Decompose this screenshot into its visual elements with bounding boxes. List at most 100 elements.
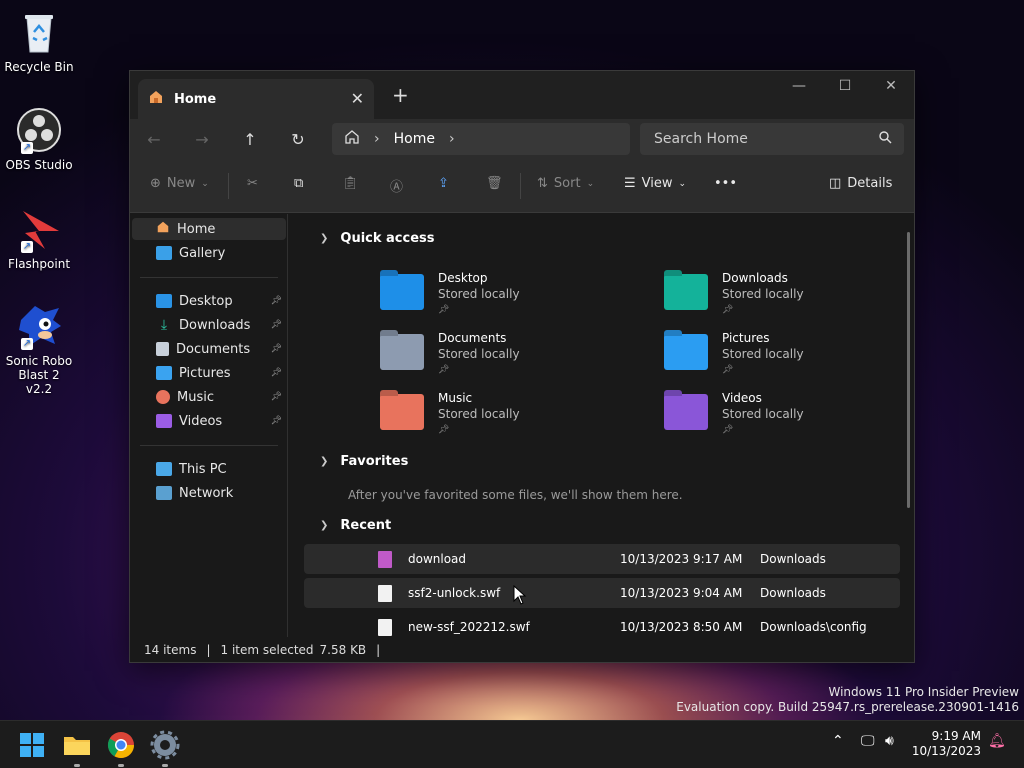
sidebar-item-this-pc[interactable]: This PC <box>132 458 286 480</box>
quick-access-downloads[interactable]: Downloads Stored locally 📌︎ <box>664 270 804 318</box>
pin-icon[interactable]: 📌︎ <box>271 320 282 330</box>
windows-logo-icon <box>20 733 44 757</box>
quick-access-videos[interactable]: Videos Stored locally 📌︎ <box>664 390 804 438</box>
notification-bell-icon[interactable]: 🔔︎ <box>988 733 1006 749</box>
sidebar-item-home[interactable]: Home <box>132 218 286 240</box>
favorites-header[interactable]: ❯ Favorites <box>320 454 408 469</box>
desktop-icon-flashpoint[interactable]: ↗ Flashpoint <box>4 205 74 271</box>
recent-file-row[interactable]: new-ssf_202212.swf 10/13/2023 8:50 AM Do… <box>304 612 900 638</box>
computer-icon <box>156 462 172 476</box>
tab-home[interactable]: Home ✕ <box>138 79 374 119</box>
up-button[interactable]: ↑ <box>226 130 274 149</box>
home-icon <box>156 220 170 238</box>
sidebar-item-network[interactable]: Network <box>132 482 286 504</box>
search-box[interactable]: Search Home <box>640 123 904 155</box>
document-icon <box>156 342 169 356</box>
forward-button[interactable]: → <box>178 130 226 149</box>
clock[interactable]: 9:19 AM 10/13/2023 <box>912 729 981 759</box>
back-button[interactable]: ← <box>130 130 178 149</box>
download-arrow-icon: ⤓ <box>160 317 168 333</box>
taskbar-settings[interactable] <box>149 729 181 767</box>
pin-icon[interactable]: 📌︎ <box>271 368 282 378</box>
scissors-icon: ✂ <box>247 176 258 191</box>
taskbar-chrome[interactable] <box>105 729 137 767</box>
home-icon <box>344 129 360 149</box>
quick-access-header[interactable]: ❯ Quick access <box>320 231 435 246</box>
image-file-icon <box>378 550 392 568</box>
desktop-folder-icon <box>156 294 172 308</box>
quick-access-pictures[interactable]: Pictures Stored locally 📌︎ <box>664 330 804 378</box>
videos-icon <box>156 414 172 428</box>
rename-button[interactable]: Ⓐ <box>390 176 403 195</box>
network-icon <box>156 486 172 500</box>
pin-icon: 📌︎ <box>438 305 450 315</box>
pin-icon[interactable]: 📌︎ <box>271 392 282 402</box>
more-options-button[interactable]: ••• <box>714 176 737 191</box>
chevron-right-icon[interactable]: › <box>374 131 380 147</box>
desktop-icon-obs[interactable]: ↗ OBS Studio <box>4 106 74 172</box>
paste-button[interactable]: 📋︎ <box>342 176 359 191</box>
view-list-icon: ☰ <box>624 176 636 191</box>
cut-button[interactable]: ✂ <box>247 176 258 191</box>
share-button[interactable]: ⇪ <box>438 176 449 191</box>
recent-file-row[interactable]: ssf2-unlock.swf 10/13/2023 9:04 AM Downl… <box>304 578 900 608</box>
sidebar-item-documents[interactable]: Documents 📌︎ <box>132 338 286 360</box>
toolbar-divider <box>228 173 229 199</box>
pin-icon[interactable]: 📌︎ <box>271 296 282 306</box>
close-tab-icon[interactable]: ✕ <box>351 89 364 108</box>
quick-access-music[interactable]: Music Stored locally 📌︎ <box>380 390 520 438</box>
new-tab-button[interactable]: + <box>392 83 409 107</box>
chevron-right-icon[interactable]: › <box>449 131 455 147</box>
pin-icon[interactable]: 📌︎ <box>271 344 282 354</box>
vertical-scrollbar[interactable] <box>907 232 910 508</box>
sidebar-item-videos[interactable]: Videos 📌︎ <box>132 410 286 432</box>
breadcrumb-home[interactable]: Home <box>394 131 435 147</box>
pin-icon[interactable]: 📌︎ <box>271 416 282 426</box>
shortcut-arrow-icon: ↗ <box>21 241 33 253</box>
start-button[interactable] <box>16 729 48 761</box>
file-location: Downloads <box>760 586 826 600</box>
shortcut-arrow-icon: ↗ <box>21 142 33 154</box>
sidebar-item-label: Desktop <box>179 293 233 309</box>
recycle-bin-icon <box>15 8 63 56</box>
view-button[interactable]: ☰ View ⌄ <box>624 176 686 191</box>
sidebar-item-desktop[interactable]: Desktop 📌︎ <box>132 290 286 312</box>
desktop-icon-sonic[interactable]: ↗ Sonic Robo Blast 2 v2.2 <box>4 302 74 396</box>
close-window-button[interactable]: ✕ <box>868 71 914 101</box>
obs-icon: ↗ <box>15 106 63 154</box>
folder-status: Stored locally <box>722 407 804 421</box>
maximize-button[interactable]: ☐ <box>822 71 868 101</box>
navigation-bar: ← → ↑ ↻ › Home › Search Home <box>130 119 914 159</box>
recent-file-row[interactable]: download 10/13/2023 9:17 AM Downloads <box>304 544 900 574</box>
navigation-pane: Home Gallery Desktop 📌︎ ⤓ Downloads 📌︎ D… <box>130 214 288 638</box>
desktop-icon-recycle-bin[interactable]: Recycle Bin <box>4 8 74 74</box>
file-date: 10/13/2023 8:50 AM <box>620 620 743 634</box>
sidebar-item-pictures[interactable]: Pictures 📌︎ <box>132 362 286 384</box>
file-icon <box>378 618 392 636</box>
sidebar-item-gallery[interactable]: Gallery <box>132 242 286 264</box>
network-icon[interactable]: 🖵︎ <box>861 733 875 749</box>
details-button[interactable]: ◫ Details <box>829 176 892 191</box>
home-icon <box>148 89 164 109</box>
command-bar: ⊕ New ⌄ ✂ ⧉ 📋︎ Ⓐ ⇪ 🗑︎ ⇅ Sort ⌄ ☰ View ⌄ … <box>130 159 914 213</box>
more-icon: ••• <box>714 176 738 191</box>
sidebar-item-downloads[interactable]: ⤓ Downloads 📌︎ <box>132 314 286 336</box>
taskbar-file-explorer[interactable] <box>61 729 93 767</box>
desktop-icon-label: Sonic Robo Blast 2 v2.2 <box>5 354 73 396</box>
quick-access-documents[interactable]: Documents Stored locally 📌︎ <box>380 330 520 378</box>
copy-button[interactable]: ⧉ <box>294 176 303 191</box>
show-hidden-icons-button[interactable]: ⌃ <box>832 733 844 749</box>
minimize-button[interactable]: — <box>776 71 822 101</box>
volume-icon[interactable]: 🔊︎ <box>885 733 894 749</box>
desktop-icon-label: Recycle Bin <box>4 60 74 74</box>
sort-button[interactable]: ⇅ Sort ⌄ <box>537 176 594 191</box>
recent-header[interactable]: ❯ Recent <box>320 518 391 533</box>
favorites-empty-note: After you've favorited some files, we'll… <box>348 488 683 502</box>
sidebar-item-music[interactable]: Music 📌︎ <box>132 386 286 408</box>
new-button[interactable]: ⊕ New ⌄ <box>150 176 209 191</box>
delete-button[interactable]: 🗑︎ <box>486 176 503 191</box>
folder-name: Desktop <box>438 271 488 285</box>
address-bar[interactable]: › Home › <box>332 123 630 155</box>
refresh-button[interactable]: ↻ <box>274 130 322 149</box>
quick-access-desktop[interactable]: Desktop Stored locally 📌︎ <box>380 270 520 318</box>
